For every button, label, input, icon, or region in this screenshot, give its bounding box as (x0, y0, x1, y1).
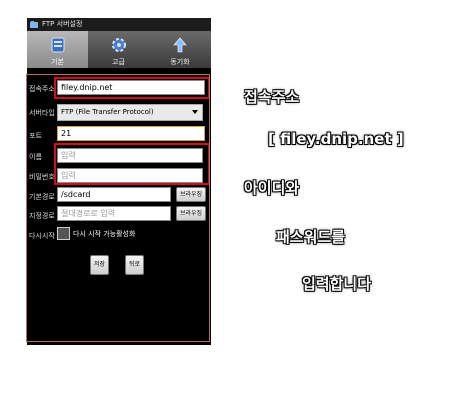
status-bar: FTP 서버설정 (27, 18, 211, 31)
upload-arrow-icon (173, 37, 187, 53)
app-icon (30, 21, 38, 28)
tab-basic[interactable]: 기본 (27, 31, 88, 68)
form-outline-box (26, 74, 210, 342)
tab-advanced[interactable]: 고급 (88, 31, 149, 68)
tab-sync[interactable]: 동기화 (149, 31, 211, 68)
tab-bar: 기본 고급 동기화 (27, 31, 211, 68)
tab-advanced-label: 고급 (112, 58, 125, 66)
window-title: FTP 서버설정 (42, 20, 83, 28)
gear-icon (112, 38, 126, 52)
tab-basic-label: 기본 (51, 58, 64, 66)
annotation-line-5: 입력합니다 (302, 275, 372, 293)
annotation-line-2: [ filey.dnip.net ] (268, 130, 404, 148)
tab-sync-label: 동기화 (170, 58, 190, 66)
annotation-line-4: 패스워드를 (276, 228, 346, 246)
server-icon (51, 37, 65, 53)
annotation-line-3: 아이디와 (244, 179, 300, 197)
annotation-line-1: 접속주소 (244, 88, 300, 106)
